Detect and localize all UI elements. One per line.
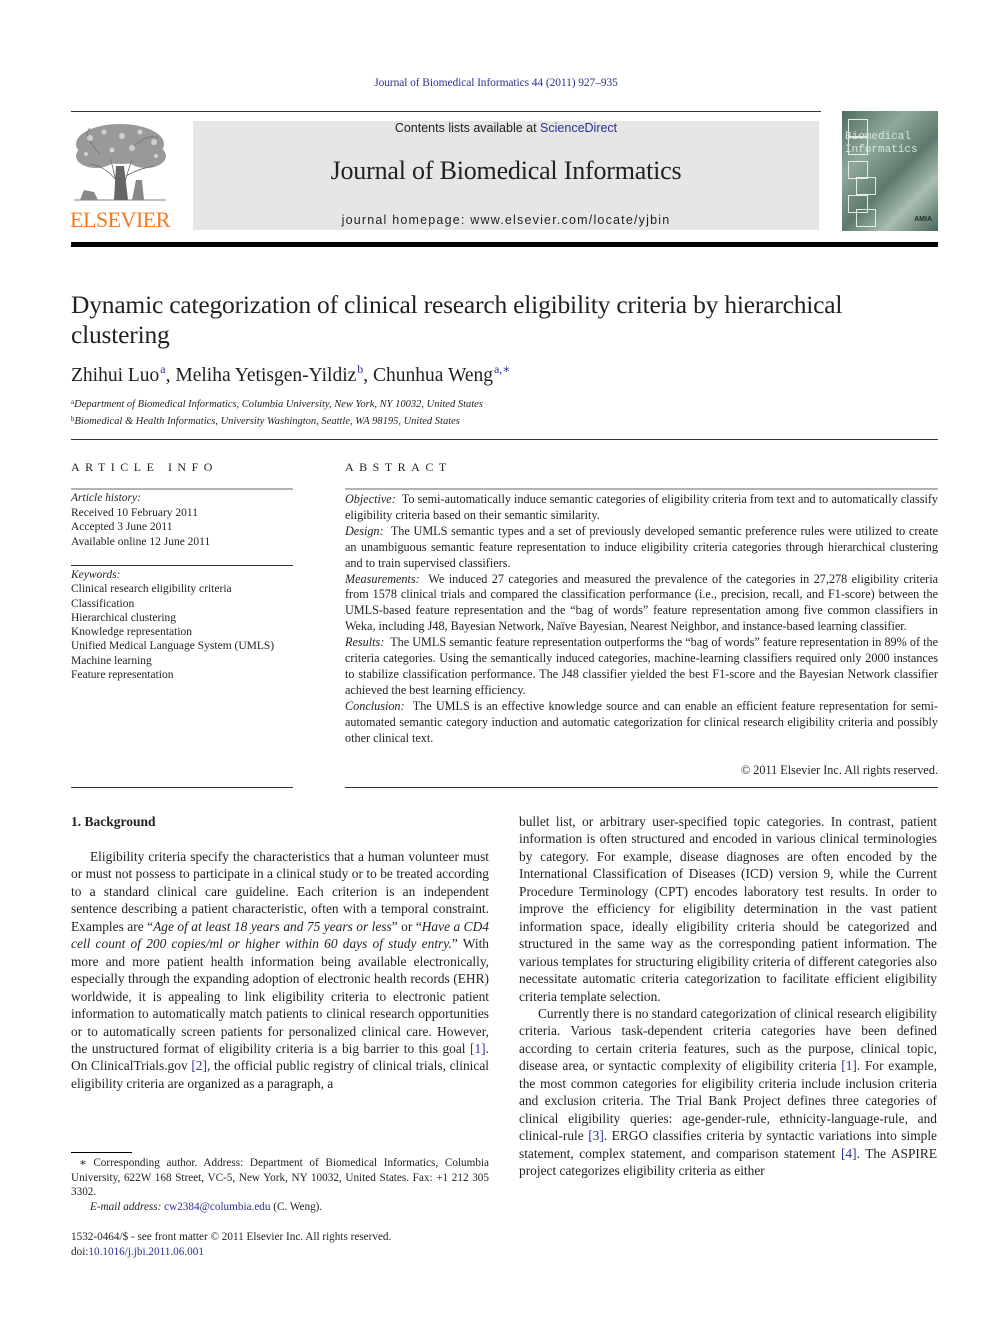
body-column-left: Eligibility criteria specify the charact…: [71, 848, 489, 1092]
keyword: Classification: [71, 597, 135, 610]
cover-title: Biomedical Informatics: [845, 131, 918, 157]
cover-title-line: Informatics: [845, 144, 918, 156]
footnotes: ∗ Corresponding author. Address: Departm…: [71, 1156, 489, 1214]
keywords: Keywords: Clinical research eligibility …: [71, 568, 274, 682]
abstract-label: Results:: [345, 635, 385, 650]
keyword: Feature representation: [71, 669, 174, 682]
body-text: ” With more and more patient health info…: [71, 936, 489, 1056]
abstract-section: Objective: To semi-automatically induce …: [345, 492, 938, 524]
journal-banner: Contents lists available at ScienceDirec…: [193, 121, 819, 230]
journal-name: Journal of Biomedical Informatics: [330, 156, 682, 185]
abstract-section: Results: The UMLS semantic feature repre…: [345, 635, 938, 699]
email-suffix: (C. Weng).: [270, 1200, 323, 1213]
affiliation: aDepartment of Biomedical Informatics, C…: [71, 395, 483, 412]
author: Chunhua Weng: [373, 365, 493, 386]
history-item: Accepted 3 June 2011: [71, 521, 173, 533]
abstract-label: Conclusion:: [345, 698, 405, 713]
homepage-link[interactable]: www.elsevier.com/locate/yjbin: [470, 213, 670, 227]
elsevier-tree-icon: [74, 124, 166, 201]
history-item: Received 10 February 2011: [71, 506, 198, 519]
article-info-heading: ARTICLE INFO: [71, 460, 218, 474]
author-list: Zhihui Luoa, Meliha Yetisgen-Yildizb, Ch…: [71, 362, 510, 387]
abstract-bottom-rule: [345, 787, 938, 788]
email-note: E-mail address: cw2384@columbia.edu (C. …: [71, 1200, 489, 1215]
affiliations: aDepartment of Biomedical Informatics, C…: [71, 395, 483, 429]
abstract-label: Design:: [345, 523, 384, 538]
doi-label: doi:: [71, 1245, 89, 1258]
section-heading: 1. Background: [71, 814, 156, 829]
contents-prefix: Contents lists available at: [394, 121, 541, 135]
doi-line: doi:10.1016/j.jbi.2011.06.001: [71, 1245, 391, 1260]
citation-link[interactable]: [1]: [841, 1058, 857, 1073]
body-paragraph: bullet list, or arbitrary user-specified…: [519, 814, 937, 1004]
email-label: E-mail address:: [90, 1200, 165, 1213]
keyword: Clinical research eligibility criteria: [71, 583, 232, 596]
title-rule: [71, 439, 938, 440]
body-paragraph: Eligibility criteria specify the charact…: [71, 848, 489, 1092]
running-head[interactable]: Journal of Biomedical Informatics 44 (20…: [0, 77, 992, 89]
author: Zhihui Luo: [71, 365, 160, 386]
history-item: Available online 12 June 2011: [71, 535, 211, 548]
article-title: Dynamic categorization of clinical resea…: [71, 290, 843, 349]
body-paragraph: Currently there is no standard categoriz…: [519, 1005, 937, 1180]
abstract-text: To semi-automatically induce semantic ca…: [345, 492, 938, 522]
example-criterion: Age of at least 18 years and 75 years or…: [153, 918, 392, 934]
keyword: Unified Medical Language System (UMLS): [71, 640, 275, 653]
citation-link[interactable]: [4]: [841, 1146, 857, 1161]
masthead-top-rule: [71, 111, 821, 112]
history-label: Article history:: [71, 492, 141, 504]
cover-decor-box: [856, 209, 876, 227]
author-separator: ,: [165, 365, 176, 386]
citation-link[interactable]: [1]: [470, 1041, 486, 1056]
abstract-rule: [345, 488, 938, 490]
affiliation: bBiomedical & Health Informatics, Univer…: [71, 412, 483, 429]
front-matter: 1532-0464/$ - see front matter © 2011 El…: [71, 1230, 391, 1259]
doi-link[interactable]: 10.1016/j.jbi.2011.06.001: [88, 1246, 204, 1258]
author-separator: ,: [363, 365, 374, 386]
keywords-label: Keywords:: [71, 569, 121, 581]
elsevier-wordmark: ELSEVIER: [70, 207, 170, 232]
abstract-text: The UMLS is an effective knowledge sourc…: [345, 698, 938, 745]
affiliation-marker[interactable]: a,∗: [494, 362, 510, 376]
abstract-text: The UMLS semantic feature representation…: [345, 635, 939, 697]
citation-link[interactable]: [3]: [588, 1128, 604, 1143]
masthead-bottom-rule: [71, 242, 938, 247]
abstract-label: Measurements:: [345, 571, 420, 586]
article-info-rule: [71, 488, 293, 490]
abstract-copyright: © 2011 Elsevier Inc. All rights reserved…: [741, 763, 938, 777]
abstract-text: We induced 27 categories and measured th…: [345, 571, 939, 634]
cover-title-line: Biomedical: [845, 131, 912, 143]
corresponding-author-note: ∗ Corresponding author. Address: Departm…: [71, 1157, 489, 1198]
abstract-body: Objective: To semi-automatically induce …: [345, 492, 938, 747]
elsevier-logo[interactable]: ELSEVIER: [70, 120, 173, 232]
footnote-rule: [71, 1152, 132, 1153]
email-link[interactable]: cw2384@columbia.edu: [164, 1201, 270, 1213]
journal-cover-image[interactable]: Biomedical Informatics AMIA: [842, 111, 938, 231]
cover-publisher-logo: AMIA: [914, 216, 932, 223]
body-text: ” or “: [391, 918, 422, 934]
contents-line: Contents lists available at ScienceDirec…: [193, 121, 819, 135]
abstract-label: Objective:: [345, 492, 396, 506]
cover-decor-box: [856, 177, 876, 195]
article-info-bottom-rule: [71, 787, 293, 788]
abstract-section: Conclusion: The UMLS is an effective kno…: [345, 699, 938, 747]
issn-line: 1532-0464/$ - see front matter © 2011 El…: [71, 1231, 392, 1243]
sciencedirect-link[interactable]: ScienceDirect: [540, 121, 617, 135]
affiliation-text: Biomedical & Health Informatics, Univers…: [74, 416, 460, 427]
abstract-section: Design: The UMLS semantic types and a se…: [345, 524, 938, 572]
abstract-heading: ABSTRACT: [345, 460, 452, 474]
abstract-text: The UMLS semantic types and a set of pre…: [345, 523, 938, 570]
citation-link[interactable]: [2]: [191, 1058, 207, 1073]
keyword: Knowledge representation: [71, 626, 193, 639]
homepage-label: journal homepage:: [341, 213, 471, 227]
body-column-right: bullet list, or arbitrary user-specified…: [519, 813, 937, 1180]
abstract-section: Measurements: We induced 27 categories a…: [345, 572, 938, 636]
affiliation-text: Department of Biomedical Informatics, Co…: [74, 399, 483, 410]
homepage-line: journal homepage: www.elsevier.com/locat…: [193, 213, 819, 227]
keywords-rule: [71, 565, 293, 566]
article-history: Article history: Received 10 February 20…: [71, 491, 210, 549]
keyword: Hierarchical clustering: [71, 611, 177, 624]
author: Meliha Yetisgen-Yildiz: [175, 365, 357, 386]
keyword: Machine learning: [71, 654, 152, 667]
